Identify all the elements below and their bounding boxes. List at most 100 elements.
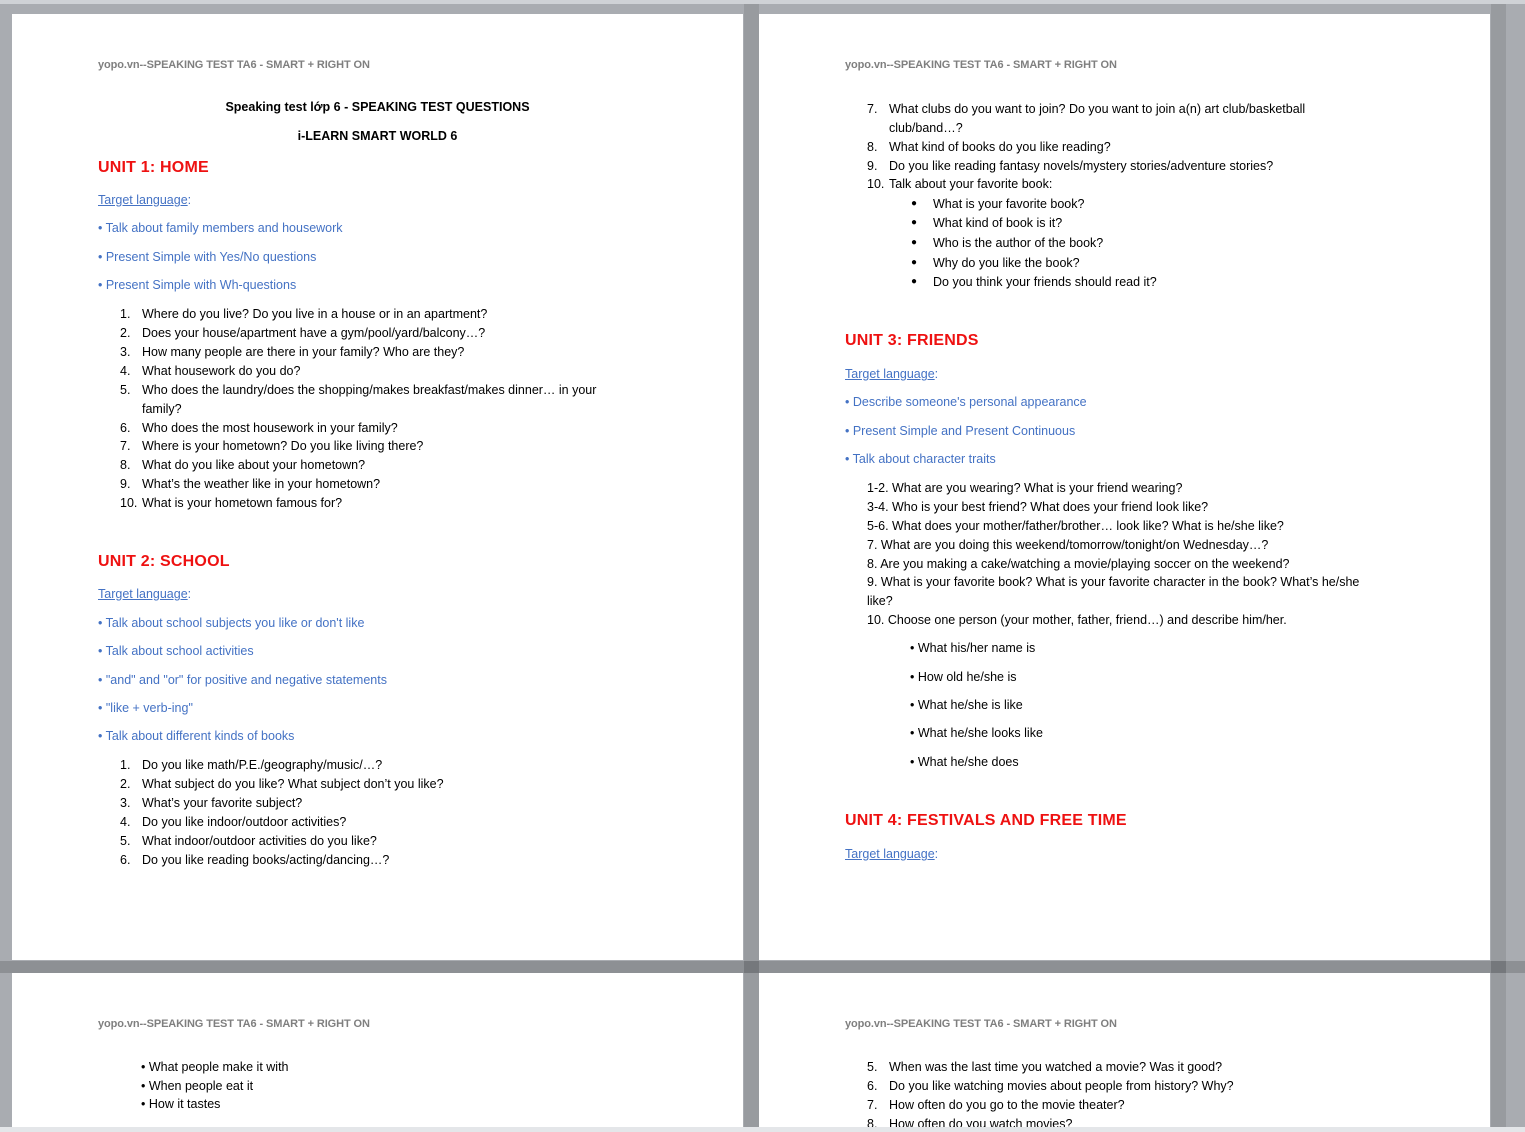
- page-header: yopo.vn--SPEAKING TEST TA6 - SMART + RIG…: [845, 1018, 1117, 1030]
- target-language-label: Target language:: [845, 367, 938, 381]
- sub-bullet-text: Do you think your friends should read it…: [933, 275, 1157, 289]
- question-number: 2.: [120, 777, 131, 791]
- bullet-icon: ●: [911, 237, 918, 248]
- question-number: 6.: [867, 1079, 878, 1093]
- unit-2-heading: UNIT 2: SCHOOL: [98, 553, 230, 570]
- question-item: 10. Choose one person (your mother, fath…: [867, 613, 1287, 627]
- question-text: family?: [142, 402, 182, 416]
- page-4: yopo.vn--SPEAKING TEST TA6 - SMART + RIG…: [759, 973, 1490, 1127]
- target-language-link[interactable]: Target language: [845, 367, 935, 381]
- question-text: Do you like indoor/outdoor activities?: [142, 815, 347, 829]
- question-text: When was the last time you watched a mov…: [889, 1060, 1223, 1074]
- bullet-icon: ●: [911, 217, 918, 228]
- question-number: 7.: [867, 1098, 878, 1112]
- question-item: like?: [867, 594, 893, 608]
- question-text: What indoor/outdoor activities do you li…: [142, 834, 377, 848]
- question-text: What clubs do you want to join? Do you w…: [889, 102, 1306, 116]
- question-item: 1-2. What are you wearing? What is your …: [867, 481, 1183, 495]
- page-2: yopo.vn--SPEAKING TEST TA6 - SMART + RIG…: [759, 14, 1490, 960]
- sub-bullet-text: Who is the author of the book?: [933, 236, 1104, 250]
- question-number: 5.: [120, 383, 131, 397]
- question-number: 7.: [867, 102, 878, 116]
- target-item: • Present Simple with Wh-questions: [98, 278, 297, 292]
- question-text: club/band…?: [889, 121, 963, 135]
- sub-bullet-item: • What he/she looks like: [910, 726, 1043, 740]
- bullet-item: • When people eat it: [141, 1079, 254, 1093]
- question-text: How often do you go to the movie theater…: [889, 1098, 1125, 1112]
- colon: :: [187, 193, 192, 207]
- question-text: How many people are there in your family…: [142, 345, 465, 359]
- target-item: • Talk about different kinds of books: [98, 729, 295, 743]
- target-language-link[interactable]: Target language: [845, 847, 935, 861]
- sub-bullet-item: • How old he/she is: [910, 670, 1017, 684]
- colon: :: [187, 587, 192, 601]
- question-text: Do you like reading fantasy novels/myste…: [889, 159, 1274, 173]
- question-item: 5-6. What does your mother/father/brothe…: [867, 519, 1284, 533]
- target-language-link[interactable]: Target language: [98, 587, 188, 601]
- sub-bullet-item: • What he/she does: [910, 755, 1019, 769]
- question-text: Who does the laundry/does the shopping/m…: [142, 383, 597, 397]
- target-item: • "and" and "or" for positive and negati…: [98, 673, 387, 687]
- question-text: Talk about your favorite book:: [889, 177, 1053, 191]
- question-text: Does your house/apartment have a gym/poo…: [142, 326, 486, 340]
- question-text: What subject do you like? What subject d…: [142, 777, 444, 791]
- page-gap-horizontal: [0, 961, 1525, 973]
- target-item: • Talk about school activities: [98, 644, 254, 658]
- target-item: • Present Simple and Present Continuous: [845, 424, 1076, 438]
- sub-bullet-item: • What his/her name is: [910, 641, 1036, 655]
- question-number: 10.: [867, 177, 885, 191]
- question-number: 9.: [120, 477, 131, 491]
- question-text: What’s your favorite subject?: [142, 796, 303, 810]
- sub-bullet-item: • What he/she is like: [910, 698, 1023, 712]
- question-item: 7. What are you doing this weekend/tomor…: [867, 538, 1269, 552]
- page-gap-cross: [744, 961, 759, 973]
- window-top-edge: [0, 0, 1525, 4]
- target-language-link[interactable]: Target language: [98, 193, 188, 207]
- question-number: 8.: [120, 458, 131, 472]
- question-text: What housework do you do?: [142, 364, 301, 378]
- question-number: 4.: [120, 815, 131, 829]
- target-item: • Talk about character traits: [845, 452, 996, 466]
- target-item: • Talk about family members and housewor…: [98, 221, 343, 235]
- target-item: • Present Simple with Yes/No questions: [98, 250, 317, 264]
- question-text: Where is your hometown? Do you like livi…: [142, 439, 424, 453]
- bullet-item: • How it tastes: [141, 1097, 221, 1111]
- question-number: 8.: [867, 1117, 878, 1127]
- question-number: 8.: [867, 140, 878, 154]
- unit-1-heading: UNIT 1: HOME: [98, 159, 209, 176]
- target-language-label: Target language:: [98, 193, 191, 207]
- colon: :: [934, 367, 939, 381]
- unit-4-heading: UNIT 4: FESTIVALS AND FREE TIME: [845, 812, 1127, 829]
- question-text: What kind of books do you like reading?: [889, 140, 1111, 154]
- question-text: How often do you watch movies?: [889, 1117, 1073, 1127]
- question-text: Do you like watching movies about people…: [889, 1079, 1234, 1093]
- question-number: 1.: [120, 307, 131, 321]
- question-text: Who does the most housework in your fami…: [142, 421, 398, 435]
- question-text: Do you like math/P.E./geography/music/…?: [142, 758, 383, 772]
- target-item: • Talk about school subjects you like or…: [98, 616, 365, 630]
- page-1: yopo.vn--SPEAKING TEST TA6 - SMART + RIG…: [12, 14, 743, 960]
- bullet-icon: ●: [911, 257, 918, 268]
- question-number: 9.: [867, 159, 878, 173]
- question-number: 3.: [120, 345, 131, 359]
- question-number: 6.: [120, 853, 131, 867]
- question-number: 3.: [120, 796, 131, 810]
- question-number: 5.: [867, 1060, 878, 1074]
- question-text: What do you like about your hometown?: [142, 458, 366, 472]
- question-item: 9. What is your favorite book? What is y…: [867, 575, 1360, 589]
- question-number: 7.: [120, 439, 131, 453]
- target-item: • Describe someone's personal appearance: [845, 395, 1087, 409]
- document-subtitle: i-LEARN SMART WORLD 6: [297, 129, 458, 143]
- question-text: Where do you live? Do you live in a hous…: [142, 307, 488, 321]
- target-item: • "like + verb-ing": [98, 701, 193, 715]
- document-title: Speaking test lớp 6 - SPEAKING TEST QUES…: [225, 100, 530, 114]
- page-3: yopo.vn--SPEAKING TEST TA6 - SMART + RIG…: [12, 973, 743, 1127]
- sub-bullet-text: What is your favorite book?: [933, 197, 1085, 211]
- question-number: 4.: [120, 364, 131, 378]
- status-bar-edge: [0, 1127, 1525, 1132]
- page-gap-cross: [1491, 961, 1506, 973]
- question-number: 5.: [120, 834, 131, 848]
- bullet-icon: ●: [911, 276, 918, 287]
- target-language-label: Target language:: [98, 587, 191, 601]
- question-item: 3-4. Who is your best friend? What does …: [867, 500, 1209, 514]
